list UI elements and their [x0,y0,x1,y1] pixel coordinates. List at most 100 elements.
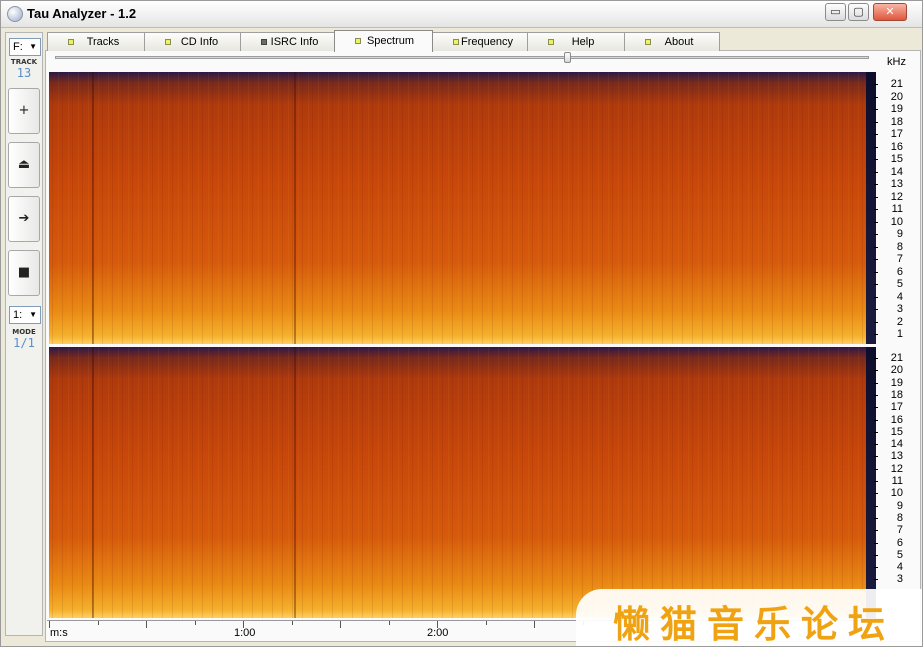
frequency-tick-label: 7 [874,254,903,265]
frequency-unit-label: kHz [887,56,906,68]
tab-label: About [664,36,694,48]
minimize-button[interactable]: ▭ [825,3,846,21]
tab-label: Tracks [86,36,120,48]
position-slider-track[interactable] [55,56,869,59]
tab-label: Spectrum [366,35,415,47]
time-tick [291,621,293,625]
drive-select[interactable]: F: ▼ [9,38,41,56]
frequency-tick-label: 9 [874,229,903,240]
maximize-button[interactable]: ▢ [848,3,869,21]
track-number: 13 [16,66,32,80]
tab-frequency[interactable]: Frequency [432,32,528,51]
frequency-tick-label: 3 [874,304,903,315]
tab-label: Help [571,36,595,48]
time-label: 2:00 [427,627,449,639]
time-tick [485,621,487,625]
add-button[interactable]: + [8,88,40,134]
frequency-tick-label: 6 [874,537,903,549]
app-window: Tau Analyzer - 1.2 ▭ ▢ ✕ F: ▼ TRACK 13 +… [0,0,923,647]
frequency-tick-label: 5 [874,279,903,290]
chevron-down-icon: ▼ [29,310,37,319]
frequency-tick-label: 17 [874,402,903,413]
frequency-tick-label: 20 [874,365,903,376]
spectrogram-streak [92,72,94,344]
frequency-tick-label: 8 [874,512,903,524]
frequency-tick-label: 21 [874,353,903,364]
tab-about[interactable]: About [624,32,720,51]
spectrogram-streak [92,347,94,618]
frequency-tick-label: 20 [874,91,903,103]
frequency-tick-label: 18 [874,389,903,401]
mode-label: MODE [12,328,36,336]
frequency-tick-label: 11 [874,476,903,487]
frequency-tick-label: 2 [874,316,903,328]
left-toolbar: F: ▼ TRACK 13 + ⏏ ➔ ■ 1: ▼ MODE 1/1 [5,32,43,636]
tab-label: Frequency [461,36,513,48]
frequency-tick-label: 8 [874,241,903,253]
title-bar[interactable]: Tau Analyzer - 1.2 ▭ ▢ ✕ [1,1,922,28]
frequency-tick-label: 12 [874,463,903,475]
tab-help[interactable]: Help [527,32,625,51]
window-title: Tau Analyzer - 1.2 [27,6,137,21]
frequency-tick-label: 9 [874,500,903,512]
tab-label: CD Info [180,36,219,48]
watermark-text: 懒猫音乐论坛 [613,603,895,646]
time-tick [97,621,99,625]
spectrogram-channel-1 [49,72,866,344]
time-tick [49,621,50,628]
frequency-tick-label: 13 [874,451,903,462]
time-axis-unit: m:s [50,627,68,639]
mode-select[interactable]: 1: ▼ [9,306,41,324]
track-label: TRACK [10,58,38,66]
frequency-tick-label: 14 [874,166,903,178]
frequency-tick-label: 15 [874,154,903,165]
frequency-tick-label: 4 [874,291,903,303]
frequency-tick-label: 13 [874,179,903,190]
frequency-tick-label: 6 [874,266,903,278]
play-button[interactable]: ➔ [8,196,40,242]
chevron-down-icon: ▼ [29,42,37,51]
frequency-tick-label: 17 [874,129,903,140]
frequency-tick-label: 16 [874,414,903,426]
tab-spectrum[interactable]: Spectrum [334,30,433,52]
color-scale-bar [866,72,876,344]
tab-isrc-info[interactable]: ISRC Info [240,32,335,51]
mode-value: 1/1 [13,336,35,350]
frequency-tick-label: 16 [874,141,903,153]
time-tick [146,621,147,628]
drive-select-value: F: [13,41,23,53]
spectrogram-channel-2 [49,347,866,618]
tab-cd-info[interactable]: CD Info [144,32,241,51]
tab-tracks[interactable]: Tracks [47,32,145,51]
time-tick [340,621,341,628]
close-button[interactable]: ✕ [873,3,907,21]
time-tick [534,621,535,628]
frequency-tick-label: 7 [874,525,903,536]
mode-select-value: 1: [13,309,23,321]
app-icon [7,6,23,22]
eject-button[interactable]: ⏏ [8,142,40,188]
time-tick [437,621,438,628]
time-tick [388,621,390,625]
color-scale-bar [866,347,876,618]
frequency-tick-label: 21 [874,79,903,90]
frequency-tick-label: 12 [874,191,903,203]
time-tick [243,621,244,628]
frequency-tick-label: 15 [874,426,903,438]
frequency-tick-label: 18 [874,116,903,128]
spectrogram-streak [294,72,296,344]
frequency-tick-label: 19 [874,377,903,389]
time-label: 1:00 [234,627,256,639]
frequency-tick-label: 1 [874,329,903,340]
position-slider-thumb[interactable] [564,52,571,63]
frequency-tick-label: 10 [874,488,903,499]
tab-label: ISRC Info [270,36,319,48]
frequency-tick-label: 4 [874,562,903,573]
time-tick [194,621,196,625]
frequency-tick-label: 14 [874,439,903,450]
frequency-tick-label: 10 [874,216,903,228]
spectrogram-streak [294,347,296,618]
stop-button[interactable]: ■ [8,250,40,296]
frequency-tick-label: 5 [874,549,903,561]
frequency-tick-label: 11 [874,204,903,215]
